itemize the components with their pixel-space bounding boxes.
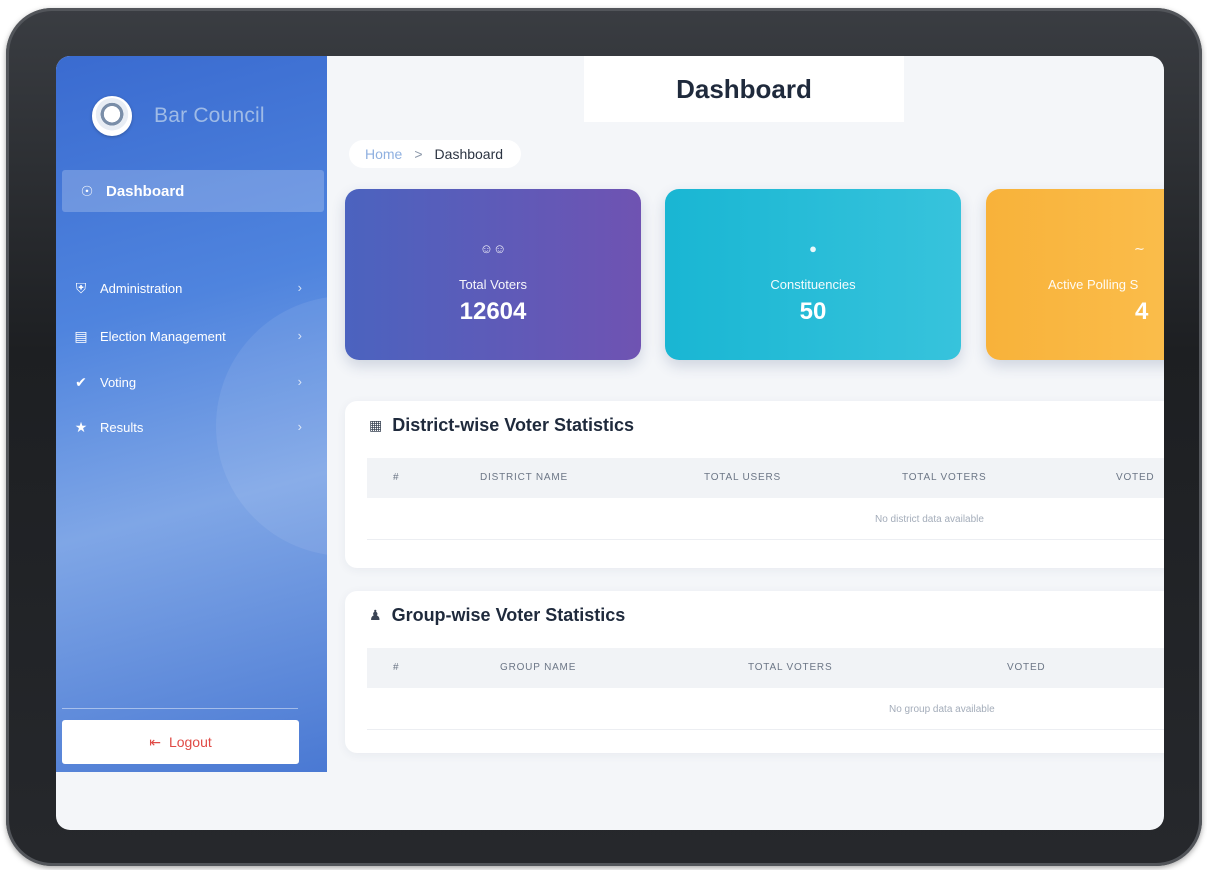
sidebar-item-label: Administration <box>100 280 183 296</box>
bar-council-logo <box>92 96 132 136</box>
group-statistics-panel: ♟ Group-wise Voter Statistics # Group Na… <box>345 591 1164 753</box>
sidebar-item-label: Voting <box>100 374 137 390</box>
breadcrumb-home-link[interactable]: Home <box>365 146 402 162</box>
trophy-icon: ★ <box>74 418 88 435</box>
group-icon: ♟ <box>369 607 382 623</box>
district-statistics-panel: ▦ District-wise Voter Statistics # Distr… <box>345 401 1164 568</box>
globe-icon: ● <box>809 241 817 256</box>
brand-name: Bar Council <box>154 104 265 127</box>
signal-icon: ∼ <box>1134 241 1145 256</box>
column-header: # <box>393 472 400 483</box>
sidebar-item-administration[interactable]: ⛨ Administration › <box>72 274 302 302</box>
sidebar-item-results[interactable]: ★ Results › <box>72 413 302 441</box>
logout-icon: ⇤ <box>149 733 161 750</box>
panel-header: ▦ District-wise Voter Statistics <box>369 415 634 436</box>
header: Dashboard <box>584 56 904 122</box>
column-header: District Name <box>480 472 568 483</box>
empty-message: No district data available <box>875 514 984 525</box>
map-icon: ▦ <box>369 417 383 433</box>
sidebar-item-dashboard[interactable]: ☉ Dashboard <box>62 170 324 212</box>
divider <box>62 708 298 709</box>
chevron-right-icon: › <box>297 419 302 434</box>
stat-value: 50 <box>799 298 827 325</box>
breadcrumb-separator: > <box>414 146 423 162</box>
logout-button[interactable]: ⇤ Logout <box>62 720 299 764</box>
table-empty-row: No group data available <box>367 688 1164 730</box>
brand: Bar Council <box>92 96 265 136</box>
column-header: Group Name <box>500 662 577 673</box>
inbox-icon: ▤ <box>74 327 88 344</box>
empty-message: No group data available <box>889 704 995 715</box>
table-header: # Group Name Total Voters Voted <box>367 648 1164 688</box>
stat-value: 4 <box>1135 298 1149 325</box>
chevron-right-icon: › <box>297 328 302 343</box>
stat-value: 12604 <box>459 298 527 325</box>
dashboard-icon: ☉ <box>80 182 94 199</box>
stat-card-total-voters[interactable]: ☺☺ Total Voters 12604 <box>345 189 641 360</box>
column-header: Total Voters <box>748 662 833 673</box>
sidebar-item-election-management[interactable]: ▤ Election Management › <box>72 322 302 350</box>
chevron-right-icon: › <box>297 374 302 389</box>
stat-card-constituencies[interactable]: ● Constituencies 50 <box>665 189 961 360</box>
sidebar: Bar Council ☉ Dashboard ⛨ Administration… <box>56 56 327 772</box>
check-shield-icon: ✔ <box>75 373 87 390</box>
sidebar-item-label: Election Management <box>100 328 226 344</box>
column-header: Total Voters <box>902 472 987 483</box>
building-icon: ⛨ <box>75 279 87 296</box>
main-content: Dashboard Home > Dashboard ☺☺ Total Vote… <box>327 56 1164 830</box>
app-screen: Bar Council ☉ Dashboard ⛨ Administration… <box>56 56 1164 830</box>
column-header: Voted <box>1007 662 1046 673</box>
panel-title: Group-wise Voter Statistics <box>391 605 626 625</box>
table-header: # District Name Total Users Total Voters… <box>367 458 1164 498</box>
sidebar-item-label: Results <box>100 419 144 435</box>
stat-label: Constituencies <box>770 277 856 292</box>
panel-header: ♟ Group-wise Voter Statistics <box>369 605 625 626</box>
breadcrumb: Home > Dashboard <box>349 140 522 168</box>
users-icon: ☺☺ <box>479 241 507 256</box>
sidebar-item-label: Dashboard <box>106 182 185 200</box>
logout-section: ⇤ Logout <box>56 706 327 772</box>
stat-label: Total Voters <box>459 277 527 292</box>
panel-title: District-wise Voter Statistics <box>392 415 634 435</box>
breadcrumb-current: Dashboard <box>434 146 504 162</box>
column-header: Voted <box>1116 472 1155 483</box>
logout-label: Logout <box>168 734 212 750</box>
chevron-right-icon: › <box>297 280 302 295</box>
page-title: Dashboard <box>676 73 812 104</box>
table-empty-row: No district data available <box>367 498 1164 540</box>
column-header: Total Users <box>704 472 781 483</box>
stat-label: Active Polling S <box>1048 277 1139 292</box>
stat-card-active-polling-stations[interactable]: ∼ Active Polling S 4 <box>986 189 1164 360</box>
column-header: # <box>393 662 400 673</box>
sidebar-item-voting[interactable]: ✔ Voting › <box>72 368 302 396</box>
